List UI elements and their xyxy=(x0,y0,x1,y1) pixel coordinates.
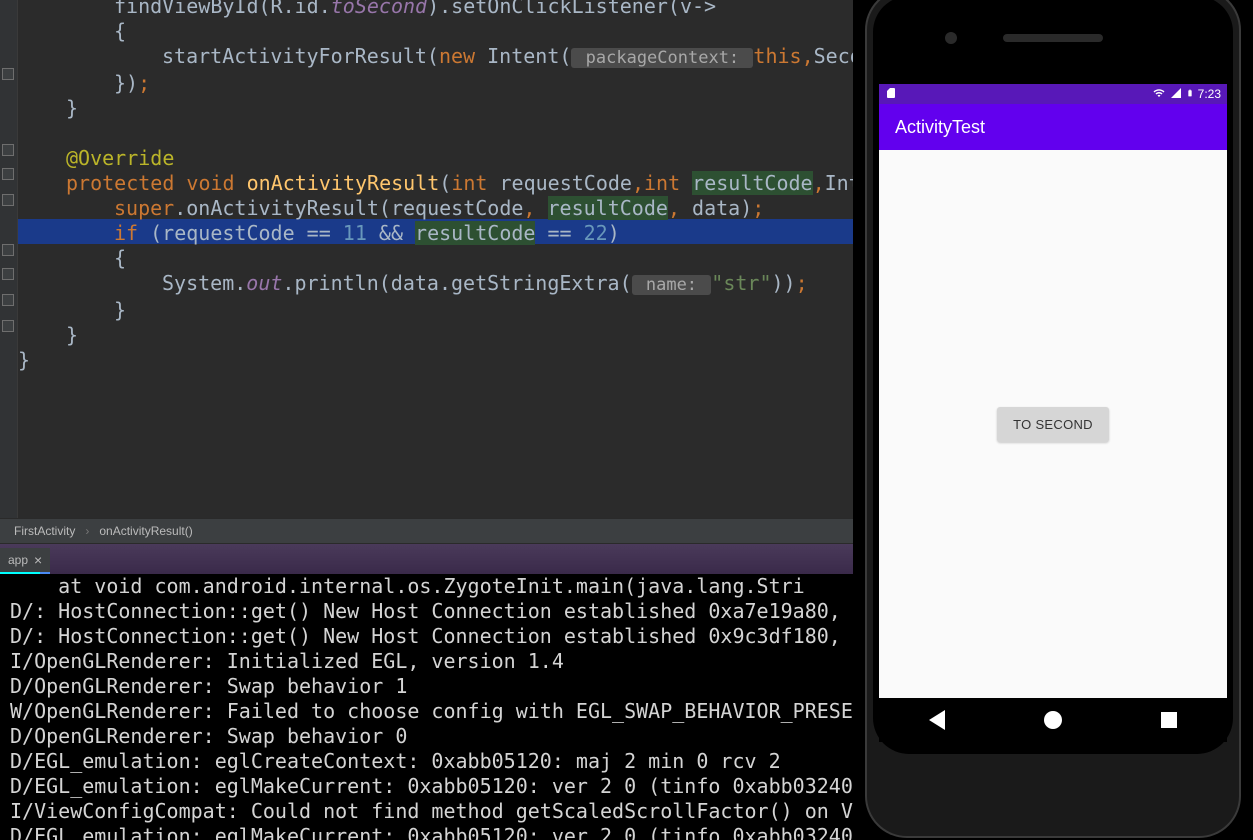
camera-icon xyxy=(945,32,957,44)
breadcrumb-separator: › xyxy=(85,524,89,538)
code-content[interactable]: findViewById(R.id.toSecond).setOnClickLi… xyxy=(18,0,898,373)
logcat-tab-app[interactable]: app × xyxy=(0,548,50,574)
nav-home-icon[interactable] xyxy=(1044,711,1062,729)
activity-content[interactable]: TO SECOND xyxy=(879,150,1227,698)
status-time: 7:23 xyxy=(1198,87,1221,101)
android-nav-bar xyxy=(879,698,1227,742)
android-status-bar: 7:23 xyxy=(879,84,1227,104)
speaker-icon xyxy=(1003,34,1103,42)
tab-label: app xyxy=(8,553,28,567)
nav-recent-icon[interactable] xyxy=(1161,712,1177,728)
to-second-button[interactable]: TO SECOND xyxy=(997,407,1109,442)
cell-signal-icon xyxy=(1170,87,1182,102)
emulator-window: 7:23 ActivityTest TO SECOND xyxy=(853,0,1253,840)
editor-gutter xyxy=(0,0,18,518)
emulator-screen[interactable]: 7:23 ActivityTest TO SECOND xyxy=(879,84,1227,698)
wifi-icon xyxy=(1152,87,1166,102)
breadcrumb-item[interactable]: FirstActivity xyxy=(14,524,75,538)
nav-back-icon[interactable] xyxy=(929,710,945,730)
breadcrumb-item[interactable]: onActivityResult() xyxy=(99,524,192,538)
app-title: ActivityTest xyxy=(895,117,985,138)
close-icon[interactable]: × xyxy=(34,552,42,568)
android-app-bar: ActivityTest xyxy=(879,104,1227,150)
battery-icon xyxy=(1186,86,1194,103)
sdcard-icon xyxy=(885,87,897,102)
